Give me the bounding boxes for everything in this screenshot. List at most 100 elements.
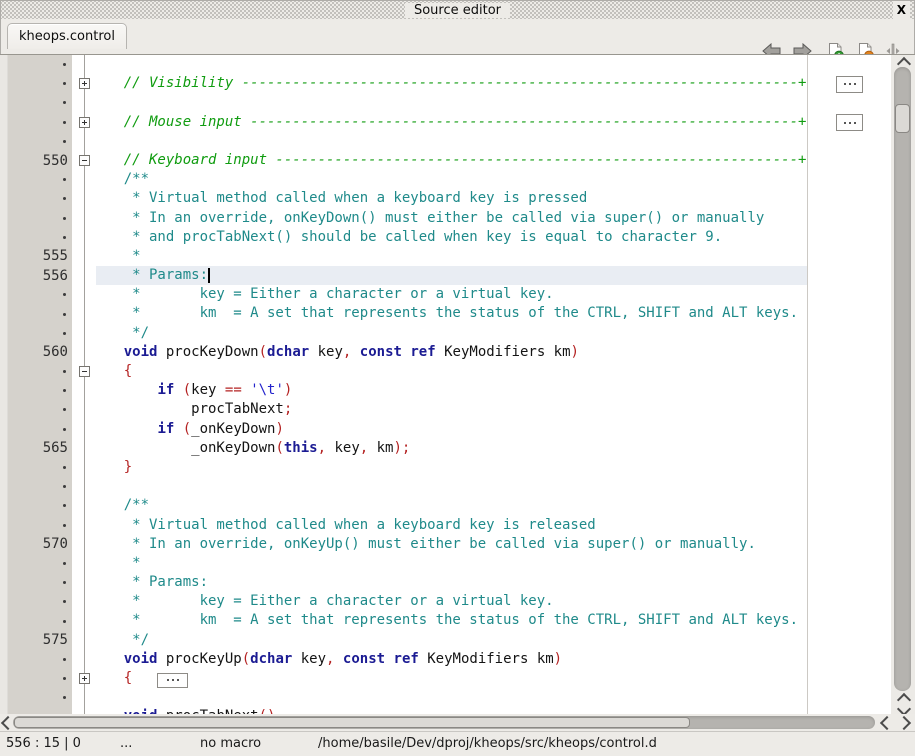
tab-kheops-control[interactable]: kheops.control <box>7 23 127 49</box>
vertical-scrollbar[interactable] <box>891 55 915 714</box>
line-marker-dot <box>8 55 72 74</box>
code-line[interactable]: { <box>90 362 891 381</box>
line-dot-icon <box>63 696 66 699</box>
code-line[interactable]: * and procTabNext() should be called whe… <box>90 228 891 247</box>
line-marker-dot <box>8 650 72 669</box>
code-segment-pl: key <box>309 344 343 360</box>
ellipsis-dot <box>844 122 846 124</box>
code-line[interactable]: * key = Either a character or a virtual … <box>90 592 891 611</box>
code-segment-dc: * and procTabNext() should be called whe… <box>90 229 722 245</box>
line-dot-icon <box>63 63 66 66</box>
code-line[interactable]: */ <box>90 324 891 343</box>
code-segment-pc: ; <box>284 401 292 417</box>
code-line[interactable]: void procKeyUp(dchar key, const ref KeyM… <box>90 650 891 669</box>
code-line[interactable]: _onKeyDown(this, key, km); <box>90 439 891 458</box>
line-dot-icon <box>63 197 66 200</box>
code-line[interactable]: * In an override, onKeyDown() must eithe… <box>90 209 891 228</box>
line-dot-icon <box>63 600 66 603</box>
code-segment-dc: * key = Either a character or a virtual … <box>90 593 554 609</box>
code-text-area[interactable]: // Visibility --------------------------… <box>90 55 891 714</box>
horizontal-scrollbar-track[interactable] <box>13 716 875 729</box>
code-segment-kw: dchar <box>250 651 292 667</box>
fold-marker-collapsed[interactable] <box>79 78 90 89</box>
collapsed-code-box[interactable] <box>836 76 863 93</box>
code-line[interactable]: * Virtual method called when a keyboard … <box>90 516 891 535</box>
ellipsis-dot <box>849 83 851 85</box>
code-line[interactable] <box>90 688 891 707</box>
code-line[interactable]: } <box>90 458 891 477</box>
code-line[interactable]: // Mouse input -------------------------… <box>90 113 891 132</box>
vertical-scrollbar-thumb[interactable] <box>895 104 910 133</box>
line-marker-dot <box>8 496 72 515</box>
line-marker-dot <box>8 228 72 247</box>
code-line[interactable] <box>90 132 891 151</box>
collapsed-code-box[interactable] <box>836 114 863 131</box>
code-line[interactable] <box>90 477 891 496</box>
code-segment-pl <box>90 363 124 379</box>
fold-marker-collapsed[interactable] <box>79 117 90 128</box>
status-panel-2: ... <box>120 736 132 751</box>
line-marker-dot <box>8 573 72 592</box>
collapsed-code-box[interactable] <box>157 673 188 688</box>
scroll-right-icon[interactable] <box>897 716 911 730</box>
code-segment-pl <box>351 344 359 360</box>
code-segment-kw: ref <box>394 651 419 667</box>
horizontal-scrollbar[interactable] <box>0 714 915 731</box>
line-marker-dot <box>8 74 72 93</box>
code-editor[interactable]: 550555556560565570575 // Visibility ----… <box>0 55 891 714</box>
code-line[interactable]: * key = Either a character or a virtual … <box>90 285 891 304</box>
code-segment-pl <box>90 651 124 667</box>
code-line[interactable]: procTabNext; <box>90 400 891 419</box>
code-line[interactable]: if (_onKeyDown) <box>90 420 891 439</box>
code-segment-pl <box>174 421 182 437</box>
fold-marker-expanded[interactable] <box>79 155 90 166</box>
code-segment-kw: ref <box>410 344 435 360</box>
line-marker-dot <box>8 113 72 132</box>
code-line[interactable]: * Params: <box>90 573 891 592</box>
code-line[interactable]: // Keyboard input ----------------------… <box>90 151 891 170</box>
scroll-left-icon[interactable] <box>880 716 894 730</box>
line-dot-icon <box>63 504 66 507</box>
code-line[interactable]: * km = A set that represents the status … <box>90 304 891 323</box>
code-segment-pl <box>242 382 250 398</box>
code-line[interactable]: /** <box>90 170 891 189</box>
ellipsis-dot <box>177 679 179 681</box>
code-line[interactable]: * In an override, onKeyUp() must either … <box>90 535 891 554</box>
code-line[interactable]: * Params: <box>90 266 891 285</box>
line-dot-icon <box>63 428 66 431</box>
code-line[interactable]: */ <box>90 631 891 650</box>
code-segment-pl: key <box>191 382 225 398</box>
line-marker-dot <box>8 324 72 343</box>
code-line[interactable]: { <box>90 669 891 688</box>
line-dot-icon <box>63 178 66 181</box>
code-segment-dc: * km = A set that represents the status … <box>90 612 798 628</box>
code-line[interactable]: // Visibility --------------------------… <box>90 74 891 93</box>
line-dot-icon <box>63 236 66 239</box>
horizontal-scrollbar-thumb[interactable] <box>14 717 690 728</box>
vertical-scrollbar-track[interactable] <box>894 67 911 691</box>
code-line[interactable] <box>90 55 891 74</box>
code-segment-pc: ); <box>393 440 410 456</box>
code-line[interactable]: /** <box>90 496 891 515</box>
code-segment-pc: == <box>225 382 242 398</box>
close-icon[interactable]: X <box>893 1 910 19</box>
code-line[interactable]: if (key == '\t') <box>90 381 891 400</box>
titlebar[interactable]: Source editor X <box>1 1 914 19</box>
line-number: 550 <box>8 151 72 170</box>
code-line[interactable]: void procKeyDown(dchar key, const ref Ke… <box>90 343 891 362</box>
code-line[interactable]: void procTabNext() <box>90 707 891 714</box>
line-number: 575 <box>8 631 72 650</box>
code-line[interactable]: * <box>90 247 891 266</box>
code-segment-dc: * Params: <box>90 574 208 590</box>
code-line[interactable] <box>90 93 891 112</box>
line-marker-dot <box>8 304 72 323</box>
fold-marker-expanded[interactable] <box>79 366 90 377</box>
code-segment-pl: _onKeyDown <box>191 421 275 437</box>
code-line[interactable]: * Virtual method called when a keyboard … <box>90 189 891 208</box>
code-segment-dc: * In an override, onKeyDown() must eithe… <box>90 210 764 226</box>
fold-marker-collapsed[interactable] <box>79 673 90 684</box>
code-segment-dc: /** <box>90 171 149 187</box>
code-line[interactable]: * <box>90 554 891 573</box>
code-line[interactable]: * km = A set that represents the status … <box>90 611 891 630</box>
line-dot-icon <box>63 217 66 220</box>
